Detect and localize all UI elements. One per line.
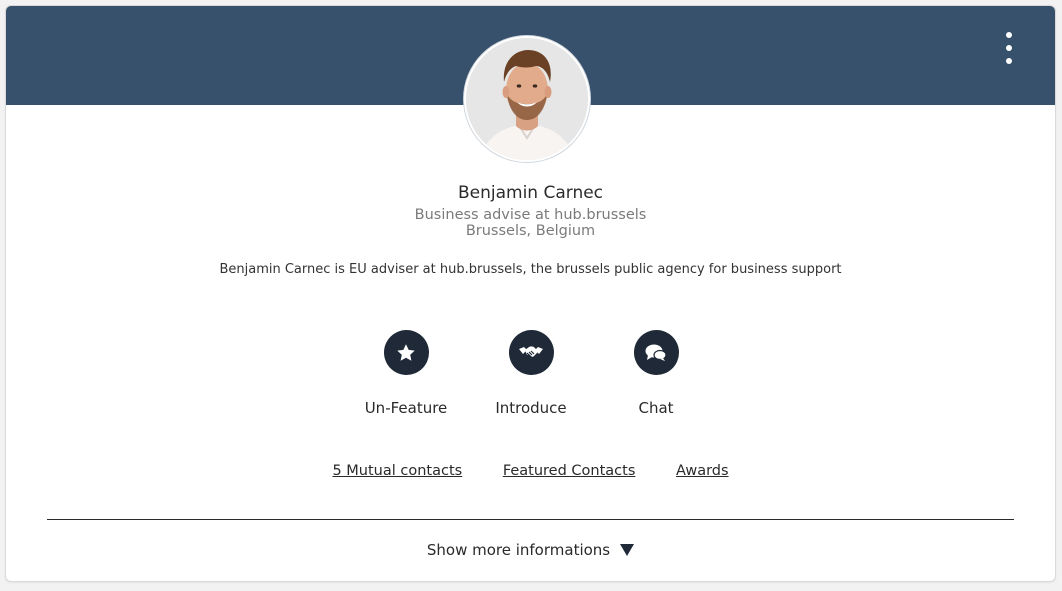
kebab-dot <box>1006 58 1012 64</box>
introduce-button[interactable]: Introduce <box>471 330 591 417</box>
kebab-dot <box>1006 32 1012 38</box>
divider <box>47 519 1014 520</box>
featured-contacts-link[interactable]: Featured Contacts <box>503 463 636 479</box>
profile-location: Brussels, Belgium <box>465 223 596 239</box>
mutual-contacts-link[interactable]: 5 Mutual contacts <box>332 463 462 479</box>
awards-link[interactable]: Awards <box>676 463 729 479</box>
avatar-photo <box>466 38 588 160</box>
chat-label: Chat <box>638 399 674 417</box>
introduce-label: Introduce <box>495 399 567 417</box>
avatar <box>464 36 590 162</box>
triangle-down-icon <box>620 543 635 556</box>
unfeature-label: Un-Feature <box>364 399 448 417</box>
profile-name: Benjamin Carnec <box>457 183 604 203</box>
profile-card: Benjamin Carnec Business advise at hub.b… <box>5 5 1056 582</box>
show-more-label: Show more informations <box>426 541 611 559</box>
chat-bubbles-icon <box>633 330 679 375</box>
unfeature-button[interactable]: Un-Feature <box>346 330 466 417</box>
profile-links: 5 Mutual contacts Featured Contacts Awar… <box>6 463 1055 479</box>
chat-button[interactable]: Chat <box>596 330 716 417</box>
star-icon <box>383 330 429 375</box>
show-more-toggle[interactable]: Show more informations <box>6 541 1055 559</box>
profile-bio: Benjamin Carnec is EU adviser at hub.bru… <box>219 262 842 277</box>
handshake-icon <box>508 330 554 375</box>
kebab-dot <box>1006 45 1012 51</box>
more-options-icon[interactable] <box>1001 32 1017 64</box>
profile-role: Business advise at hub.brussels <box>414 207 647 223</box>
